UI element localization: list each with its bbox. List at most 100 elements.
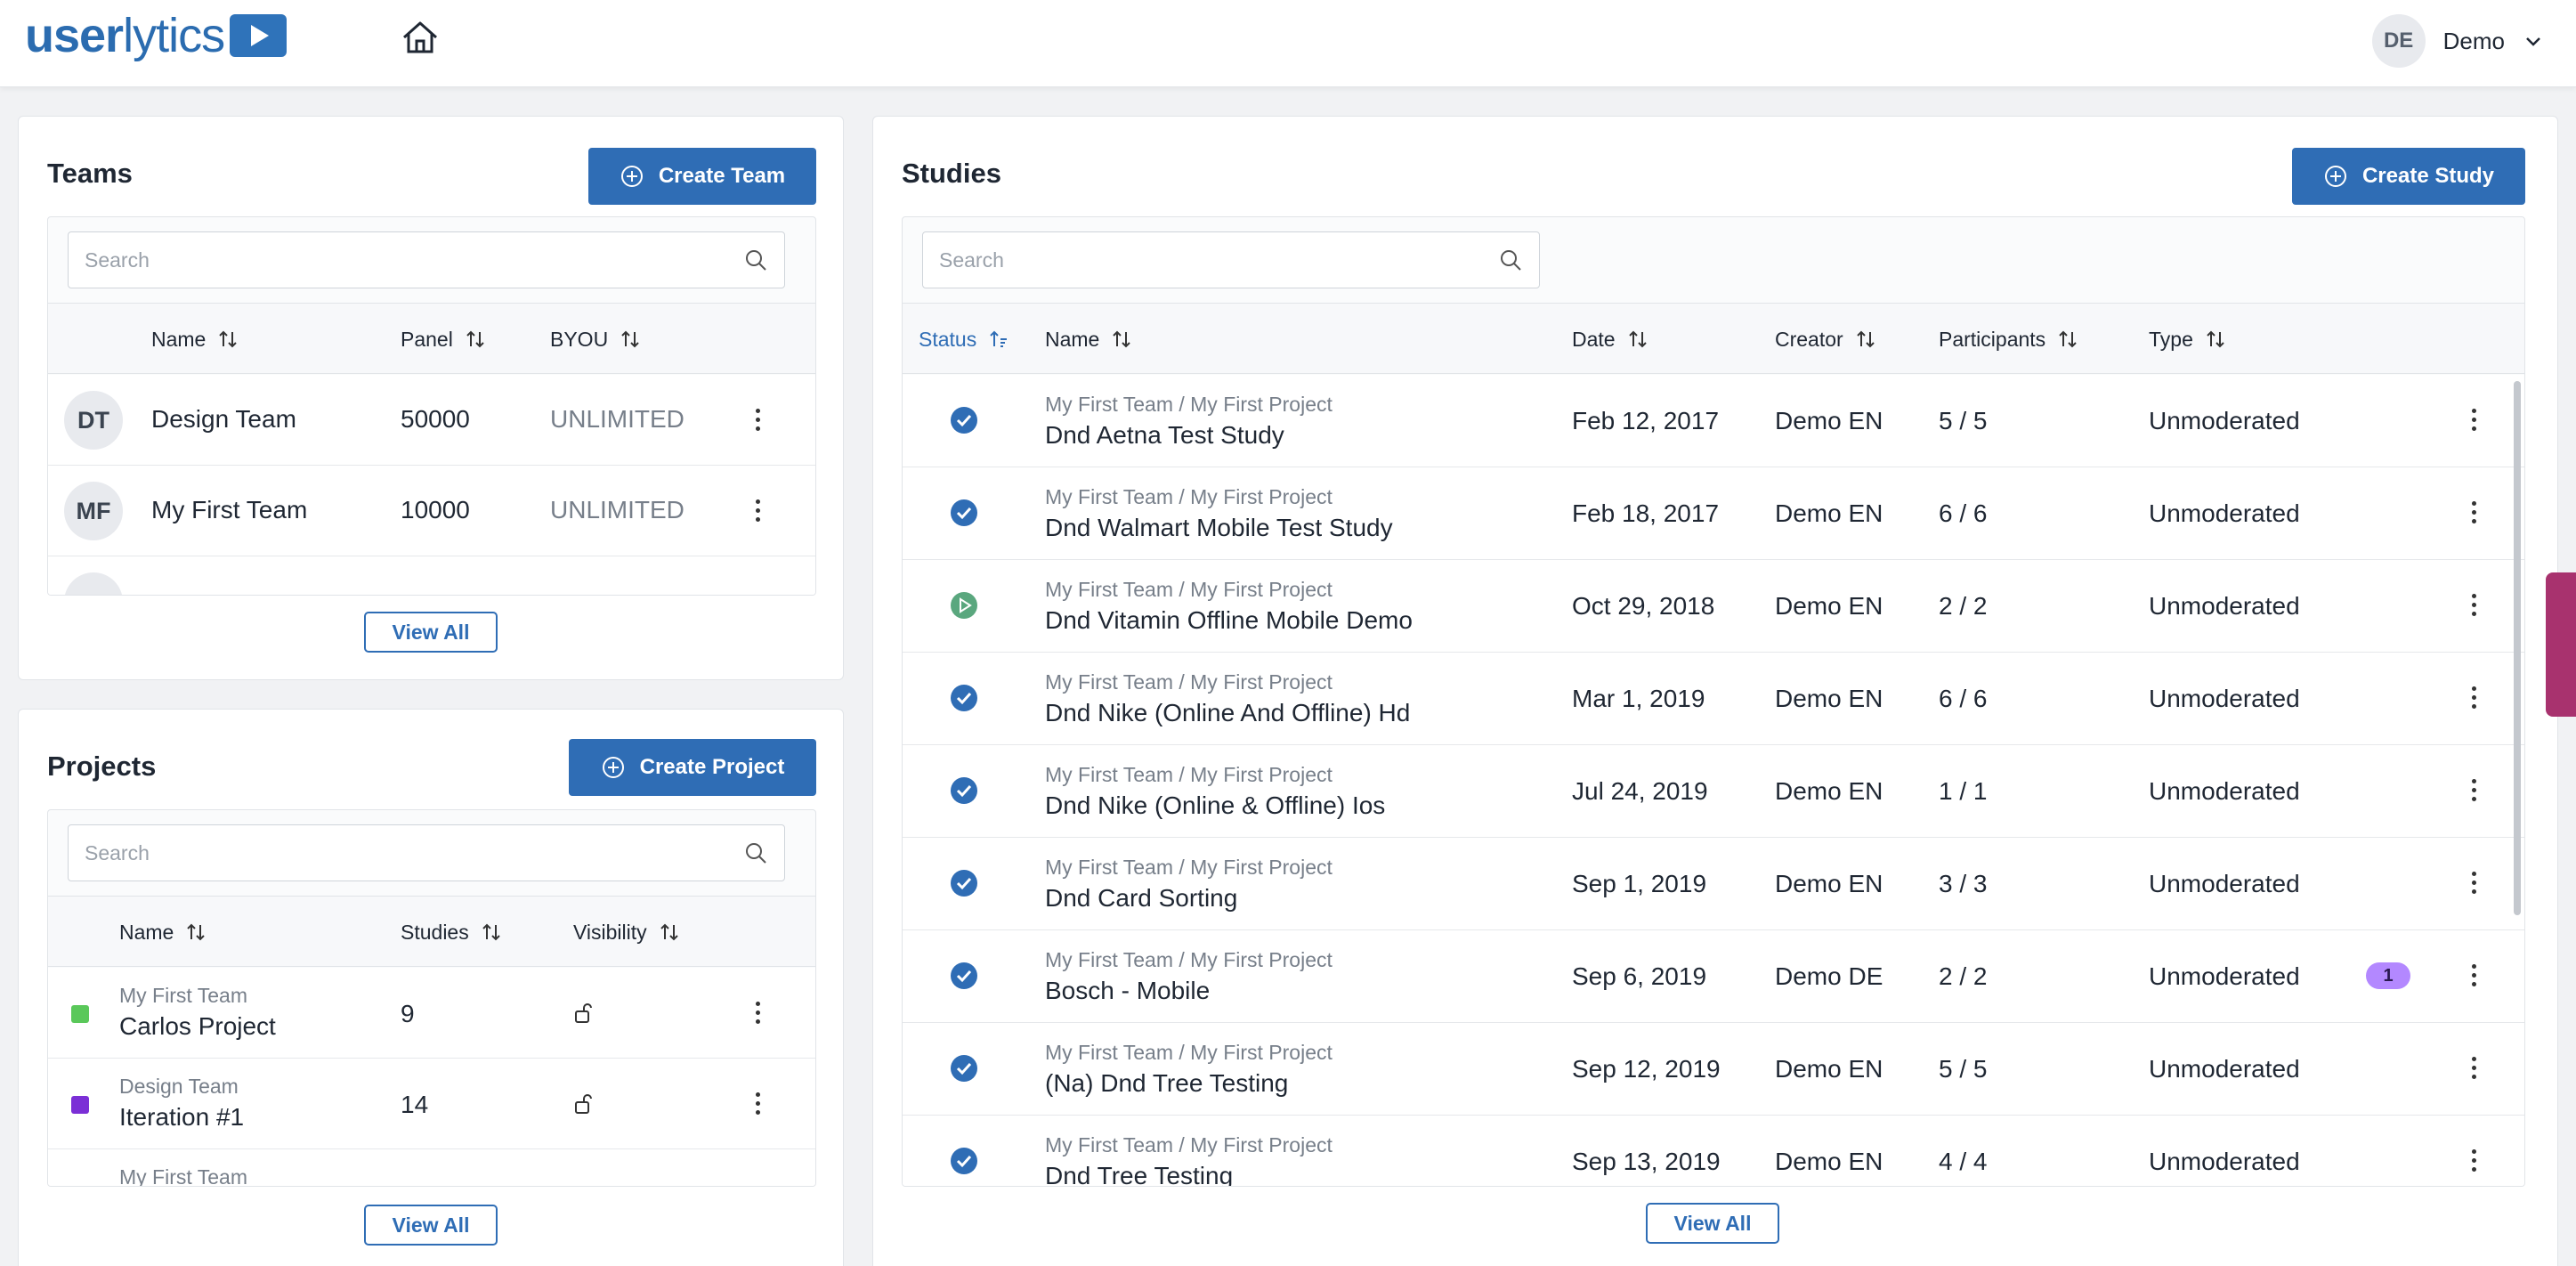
team-name[interactable]: Design Team	[151, 405, 296, 434]
col-panel[interactable]: Panel	[401, 304, 485, 375]
study-name[interactable]: (Na) Dnd Tree Testing	[1045, 1069, 1288, 1098]
more-vertical-icon[interactable]	[2469, 779, 2478, 806]
study-row[interactable]: My First Team / My First Project (Na) Dn…	[903, 1023, 2524, 1116]
study-row[interactable]: My First Team / My First Project Dnd Nik…	[903, 745, 2524, 838]
sort-icon[interactable]	[620, 329, 640, 350]
search-icon[interactable]	[1498, 248, 1523, 272]
project-name[interactable]: Iteration #1	[119, 1103, 244, 1132]
more-vertical-icon[interactable]	[2469, 964, 2478, 991]
col-visibility[interactable]: Visibility	[573, 897, 679, 968]
team-row[interactable]: MF My First Team 10000 UNLIMITED	[48, 466, 815, 556]
projects-search[interactable]	[68, 824, 785, 881]
more-vertical-icon[interactable]	[2469, 1149, 2478, 1176]
project-team: My First Team	[119, 984, 247, 1007]
plus-circle-icon	[620, 166, 643, 187]
create-study-button[interactable]: Create Study	[2292, 148, 2525, 205]
study-row[interactable]: My First Team / My First Project Dnd Wal…	[903, 467, 2524, 560]
project-row[interactable]: My First Team Carlos Project 9	[48, 968, 815, 1059]
col-participants[interactable]: Participants	[1939, 304, 2078, 375]
col-type[interactable]: Type	[2149, 304, 2225, 375]
study-name[interactable]: Dnd Card Sorting	[1045, 884, 1237, 913]
teams-search[interactable]	[68, 231, 785, 288]
team-row[interactable]	[48, 556, 815, 595]
more-vertical-icon[interactable]	[2469, 872, 2478, 898]
team-panel: 10000	[401, 496, 470, 523]
user-avatar[interactable]: DE	[2371, 14, 2426, 68]
study-name[interactable]: Dnd Aetna Test Study	[1045, 421, 1284, 450]
sort-icon[interactable]	[660, 921, 679, 943]
sort-icon[interactable]	[218, 329, 238, 350]
chevron-down-icon[interactable]	[2523, 30, 2544, 52]
more-vertical-icon[interactable]	[2469, 686, 2478, 713]
more-vertical-icon[interactable]	[2469, 501, 2478, 528]
sort-icon[interactable]	[482, 921, 501, 943]
more-vertical-icon[interactable]	[2469, 1057, 2478, 1083]
create-project-button[interactable]: Create Project	[569, 739, 816, 796]
projects-table-header: Name Studies Visibility	[48, 896, 815, 967]
user-name[interactable]: Demo	[2443, 28, 2505, 55]
notification-badge[interactable]: 1	[2366, 962, 2410, 989]
col-status[interactable]: Status	[919, 304, 1009, 375]
userlytics-logo[interactable]: userlytics	[25, 9, 288, 62]
col-studies[interactable]: Studies	[401, 897, 501, 968]
project-name[interactable]: Carlos Project	[119, 1012, 276, 1041]
study-row[interactable]: My First Team / My First Project Bosch -…	[903, 930, 2524, 1023]
sort-icon[interactable]	[1112, 329, 1131, 350]
teams-view-all-button[interactable]: View All	[364, 612, 498, 653]
more-vertical-icon[interactable]	[2469, 409, 2478, 435]
study-row[interactable]: My First Team / My First Project Dnd Tre…	[903, 1116, 2524, 1186]
col-date[interactable]: Date	[1572, 304, 1648, 375]
col-name[interactable]: Name	[1045, 304, 1131, 375]
projects-search-input[interactable]	[69, 825, 784, 881]
search-icon[interactable]	[743, 248, 768, 272]
project-row[interactable]: My First Team	[48, 1149, 815, 1186]
project-color-swatch	[71, 1096, 89, 1114]
studies-table-header: Status Name Date Creator Participants Ty…	[903, 303, 2524, 374]
study-row[interactable]: My First Team / My First Project Dnd Nik…	[903, 653, 2524, 745]
user-menu[interactable]: DE Demo	[2371, 14, 2544, 68]
project-row[interactable]: Design Team Iteration #1 14	[48, 1059, 815, 1149]
home-icon[interactable]	[401, 20, 440, 55]
more-vertical-icon[interactable]	[2469, 594, 2478, 621]
more-vertical-icon[interactable]	[753, 499, 762, 526]
projects-view-all-button[interactable]: View All	[364, 1205, 498, 1246]
sort-icon[interactable]	[2058, 329, 2078, 350]
sort-icon[interactable]	[1856, 329, 1875, 350]
study-row[interactable]: My First Team / My First Project Dnd Aet…	[903, 375, 2524, 467]
col-creator[interactable]: Creator	[1775, 304, 1875, 375]
sort-icon[interactable]	[2206, 329, 2225, 350]
more-vertical-icon[interactable]	[753, 1092, 762, 1119]
study-name[interactable]: Dnd Nike (Online And Offline) Hd	[1045, 699, 1410, 727]
more-vertical-icon[interactable]	[753, 409, 762, 435]
studies-search-input[interactable]	[923, 232, 1539, 288]
teams-search-input[interactable]	[69, 232, 784, 288]
study-row[interactable]: My First Team / My First Project Dnd Vit…	[903, 560, 2524, 653]
studies-search[interactable]	[922, 231, 1540, 288]
logo-text: userlytics	[25, 9, 225, 62]
study-name[interactable]: Bosch - Mobile	[1045, 977, 1210, 1005]
team-name[interactable]: My First Team	[151, 496, 307, 524]
sort-ascending-icon[interactable]	[989, 329, 1009, 350]
study-row[interactable]: My First Team / My First Project Dnd Car…	[903, 838, 2524, 930]
feedback-side-tab[interactable]	[2546, 572, 2576, 717]
col-byou[interactable]: BYOU	[550, 304, 640, 375]
sort-icon[interactable]	[466, 329, 485, 350]
play-circle-icon	[951, 592, 977, 619]
study-date: Sep 12, 2019	[1572, 1055, 1721, 1083]
sort-icon[interactable]	[1628, 329, 1648, 350]
study-name[interactable]: Dnd Tree Testing	[1045, 1162, 1233, 1186]
create-team-button[interactable]: Create Team	[588, 148, 816, 205]
study-name[interactable]: Dnd Vitamin Offline Mobile Demo	[1045, 606, 1413, 635]
study-participants: 6 / 6	[1939, 685, 1988, 712]
studies-scrollbar[interactable]	[2514, 381, 2521, 915]
studies-view-all-button[interactable]: View All	[1646, 1203, 1779, 1244]
col-name[interactable]: Name	[151, 304, 238, 375]
team-row[interactable]: DT Design Team 50000 UNLIMITED	[48, 375, 815, 466]
study-name[interactable]: Dnd Walmart Mobile Test Study	[1045, 514, 1393, 542]
col-name[interactable]: Name	[119, 897, 206, 968]
search-icon[interactable]	[743, 840, 768, 865]
sort-icon[interactable]	[186, 921, 206, 943]
study-path: My First Team / My First Project	[1045, 948, 1333, 971]
more-vertical-icon[interactable]	[753, 1002, 762, 1028]
study-name[interactable]: Dnd Nike (Online & Offline) Ios	[1045, 791, 1385, 820]
